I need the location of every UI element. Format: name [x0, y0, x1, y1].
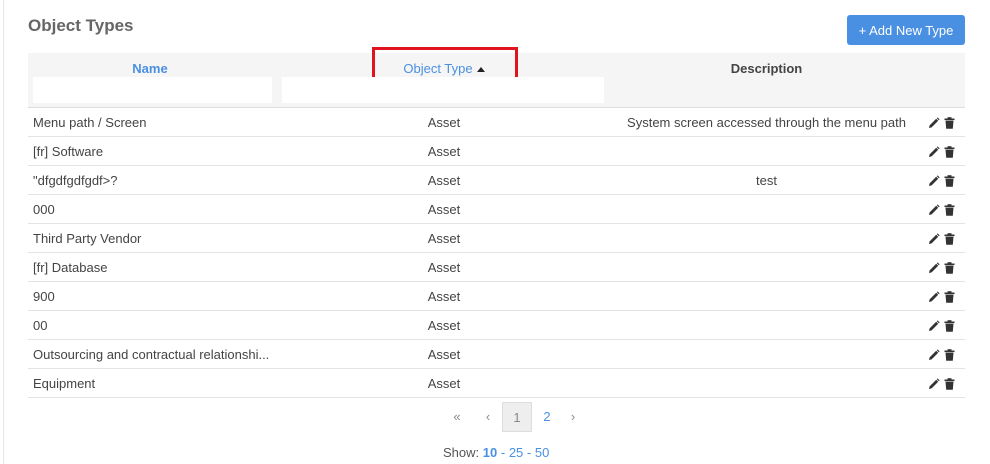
page-size-option-25[interactable]: 25 — [509, 445, 523, 460]
cell-object-type: Asset — [427, 231, 461, 246]
trash-icon[interactable] — [943, 145, 955, 158]
name-filter-input[interactable] — [33, 77, 272, 103]
table-header: Name Object Type Description — [28, 47, 965, 108]
cell-description: System screen accessed through the menu … — [627, 115, 906, 130]
pencil-icon[interactable] — [928, 145, 940, 158]
cell-object-type: Asset — [427, 115, 461, 130]
page-size-selector: Show: 10 - 25 - 50 — [443, 445, 549, 460]
cell-name: "dfgdfgdfgdf>? — [33, 173, 118, 188]
trash-icon[interactable] — [943, 290, 955, 303]
pencil-icon[interactable] — [928, 261, 940, 274]
table-body: Menu path / Screen Asset System screen acc… — [28, 108, 965, 398]
table-row[interactable]: [fr] Database Asset — [28, 253, 965, 282]
next-page-button[interactable]: › — [565, 402, 581, 432]
cell-name: [fr] Software — [33, 144, 104, 159]
trash-icon[interactable] — [943, 377, 955, 390]
page-2-button[interactable]: 2 — [537, 402, 557, 432]
previous-page-button[interactable]: ‹ — [480, 402, 496, 432]
trash-icon[interactable] — [943, 116, 955, 129]
row-actions — [928, 369, 965, 398]
pencil-icon[interactable] — [928, 232, 940, 245]
cell-name: [fr] Database — [33, 260, 108, 275]
page-size-label: Show: — [443, 445, 480, 460]
row-actions — [928, 224, 965, 253]
pencil-icon[interactable] — [928, 203, 940, 216]
cell-object-type: Asset — [427, 144, 461, 159]
add-new-type-button[interactable]: + Add New Type — [847, 15, 965, 45]
trash-icon[interactable] — [943, 348, 955, 361]
cell-name: Third Party Vendor — [33, 231, 142, 246]
pencil-icon[interactable] — [928, 174, 940, 187]
table-row[interactable]: 900 Asset — [28, 282, 965, 311]
trash-icon[interactable] — [943, 319, 955, 332]
pencil-icon[interactable] — [928, 348, 940, 361]
table-row[interactable]: 00 Asset — [28, 311, 965, 340]
table-row[interactable]: Outsourcing and contractual relationshi.… — [28, 340, 965, 369]
cell-name: 000 — [33, 202, 55, 217]
row-actions — [928, 340, 965, 369]
page-title: Object Types — [28, 16, 134, 35]
cell-object-type: Asset — [427, 376, 461, 391]
first-page-button[interactable]: « — [449, 402, 465, 432]
cell-object-type: Asset — [427, 202, 461, 217]
pencil-icon[interactable] — [928, 319, 940, 332]
page-size-separator: - — [526, 445, 532, 460]
column-header-description: Description — [730, 61, 803, 76]
cell-name: Menu path / Screen — [33, 115, 147, 130]
row-actions — [928, 108, 965, 137]
row-actions — [928, 282, 965, 311]
cell-name: Equipment — [33, 376, 96, 391]
table-row[interactable]: 000 Asset — [28, 195, 965, 224]
cell-object-type: Asset — [427, 289, 461, 304]
pencil-icon[interactable] — [928, 116, 940, 129]
trash-icon[interactable] — [943, 232, 955, 245]
page-left-border — [3, 0, 4, 464]
page-size-option-10[interactable]: 10 — [483, 445, 497, 460]
row-actions — [928, 137, 965, 166]
trash-icon[interactable] — [943, 203, 955, 216]
cell-object-type: Asset — [427, 347, 461, 362]
object-type-filter-input[interactable] — [282, 77, 604, 103]
page-size-option-50[interactable]: 50 — [535, 445, 549, 460]
table-row[interactable]: Third Party Vendor Asset — [28, 224, 965, 253]
column-header-name[interactable]: Name — [28, 61, 272, 76]
cell-name: 00 — [33, 318, 48, 333]
cell-name: Outsourcing and contractual relationshi.… — [33, 347, 270, 362]
row-actions — [928, 195, 965, 224]
row-actions — [928, 311, 965, 340]
page-size-separator: - — [500, 445, 506, 460]
cell-name: 900 — [33, 289, 55, 304]
page-1-button[interactable]: 1 — [502, 402, 532, 432]
table-row[interactable]: [fr] Software Asset — [28, 137, 965, 166]
table-row[interactable]: "dfgdfgdfgdf>? Asset test — [28, 166, 965, 195]
table-row[interactable]: Menu path / Screen Asset System screen acc… — [28, 108, 965, 137]
cell-object-type: Asset — [427, 173, 461, 188]
pencil-icon[interactable] — [928, 377, 940, 390]
object-types-table: Name Object Type Description Menu path /… — [28, 47, 965, 398]
cell-description: test — [756, 173, 777, 188]
row-actions — [928, 253, 965, 282]
trash-icon[interactable] — [943, 261, 955, 274]
trash-icon[interactable] — [943, 174, 955, 187]
pencil-icon[interactable] — [928, 290, 940, 303]
cell-object-type: Asset — [427, 318, 461, 333]
table-row[interactable]: Equipment Asset — [28, 369, 965, 398]
pagination: « ‹ 1 2 › — [0, 402, 990, 434]
row-actions — [928, 166, 965, 195]
cell-object-type: Asset — [427, 260, 461, 275]
